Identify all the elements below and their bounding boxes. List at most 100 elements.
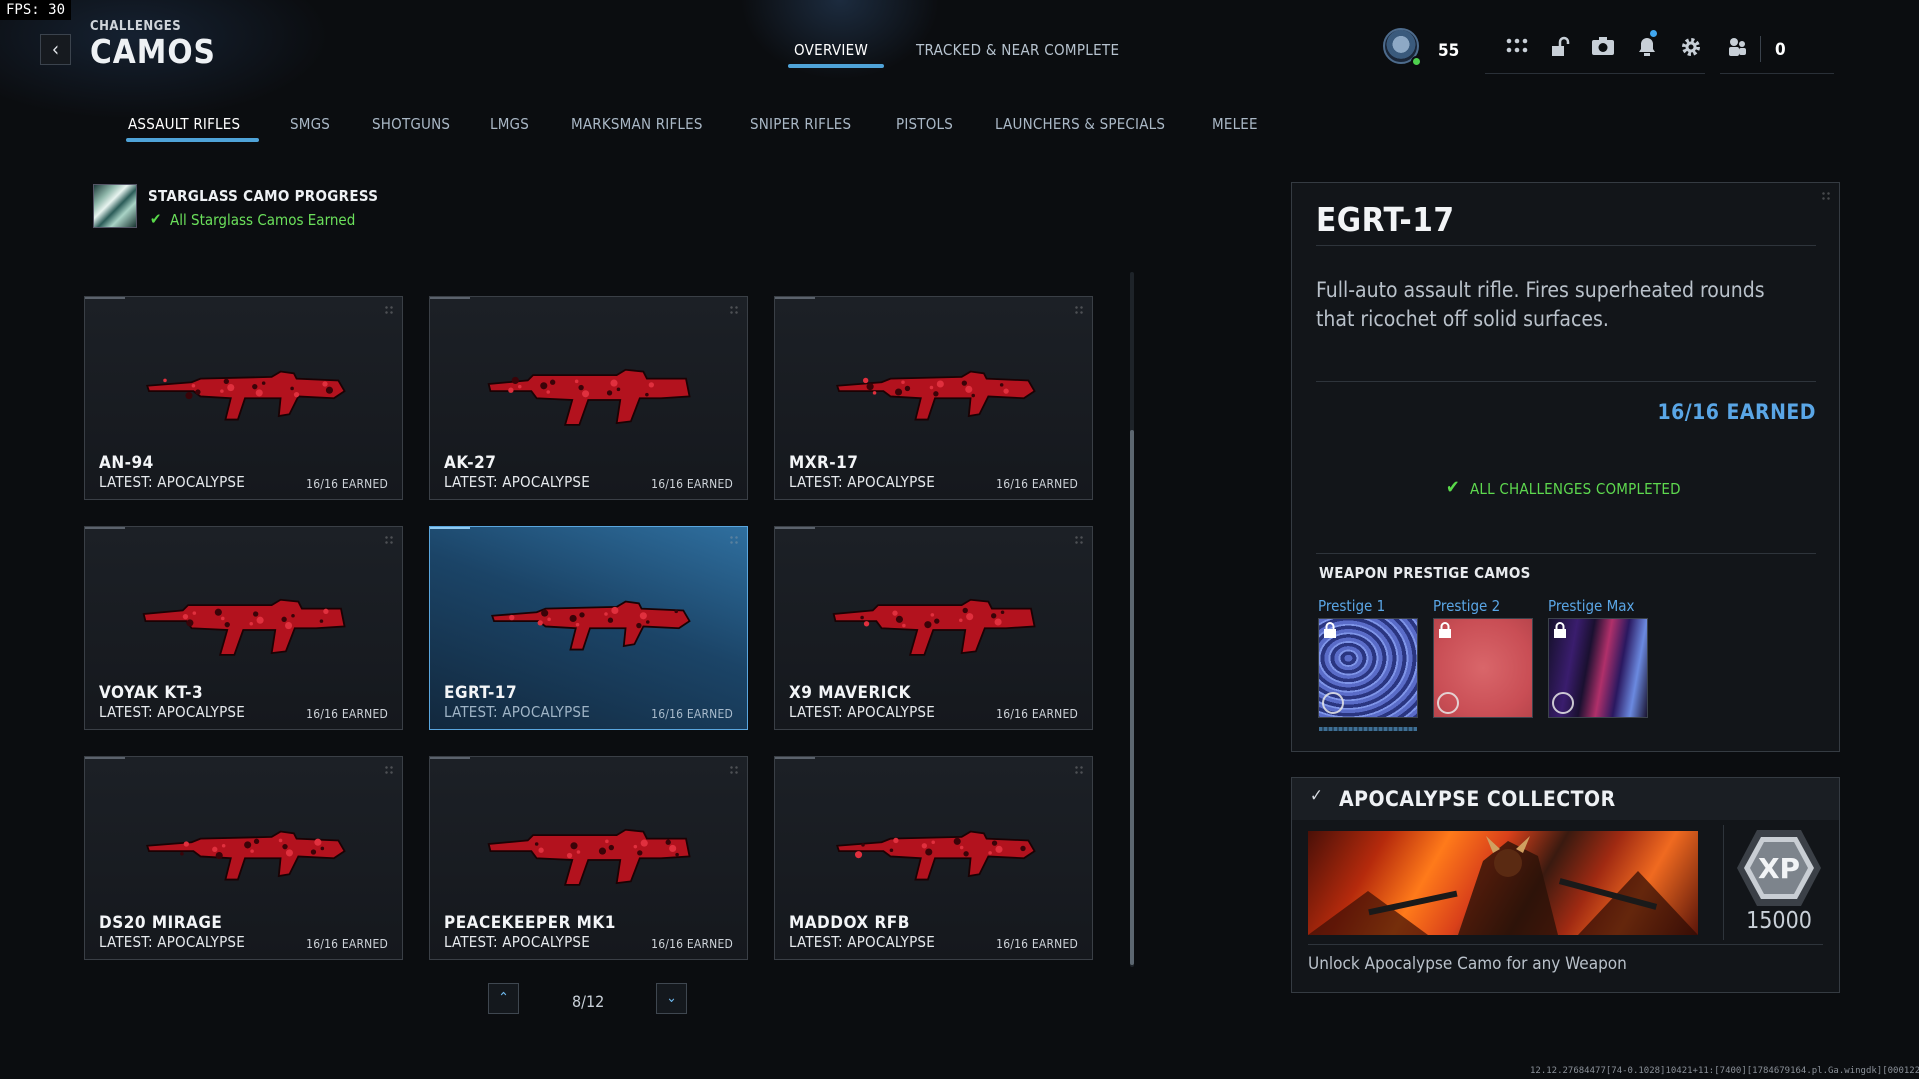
- divider: [1316, 245, 1816, 246]
- weapon-latest-camo: LATEST: APOCALYPSE: [99, 933, 245, 951]
- prestige-progress-bar: [1319, 727, 1417, 731]
- card-top-accent: [85, 527, 125, 529]
- weapon-camo-image: [142, 598, 346, 656]
- weapon-earned-count: 16/16 EARNED: [651, 707, 733, 721]
- weapon-card[interactable]: AN-94 LATEST: APOCALYPSE 16/16 EARNED: [84, 296, 403, 500]
- weapon-latest-camo: LATEST: APOCALYPSE: [99, 473, 245, 491]
- weapon-earned-count: 16/16 EARNED: [306, 707, 388, 721]
- corner-dots-icon: [729, 535, 739, 545]
- page-title: CAMOS: [90, 32, 216, 71]
- weapon-name: EGRT-17: [444, 683, 518, 703]
- tab-tracked-near-complete[interactable]: TRACKED & NEAR COMPLETE: [916, 41, 1119, 59]
- corner-dots-icon: [384, 305, 394, 315]
- weapon-card[interactable]: X9 MAVERICK LATEST: APOCALYPSE 16/16 EARNE…: [774, 526, 1093, 730]
- camera-icon[interactable]: [1590, 36, 1616, 60]
- page-indicator: 8/12: [572, 992, 605, 1011]
- bell-icon[interactable]: [1634, 36, 1660, 60]
- weapon-name: PEACEKEEPER MK1: [444, 913, 616, 933]
- party-icon[interactable]: [1724, 36, 1750, 60]
- weapon-camo-image: [487, 828, 691, 886]
- category-launchers-specials[interactable]: LAUNCHERS & SPECIALS: [995, 115, 1165, 133]
- weapon-card[interactable]: PEACEKEEPER MK1 LATEST: APOCALYPSE 16/16 E…: [429, 756, 748, 960]
- weapon-camo-image: [836, 370, 1036, 421]
- weapon-name: VOYAK KT-3: [99, 683, 204, 703]
- category-pistols[interactable]: PISTOLS: [896, 115, 953, 133]
- weapon-earned-count: 16/16 EARNED: [651, 477, 733, 491]
- corner-dots-icon: [384, 765, 394, 775]
- active-tab-indicator: [788, 64, 884, 68]
- category-assault-rifles[interactable]: ASSAULT RIFLES: [128, 115, 240, 133]
- lock-icon: [1324, 622, 1336, 638]
- starglass-title: STARGLASS CAMO PROGRESS: [148, 187, 379, 205]
- checkmark-icon: ✓: [1310, 786, 1323, 806]
- challenges-completed-status: ALL CHALLENGES COMPLETED: [1470, 480, 1681, 498]
- back-button[interactable]: ‹: [40, 34, 71, 65]
- corner-dots-icon: [1821, 191, 1831, 201]
- category-melee[interactable]: MELEE: [1212, 115, 1258, 133]
- collector-description: Unlock Apocalypse Camo for any Weapon: [1308, 954, 1627, 974]
- checkmark-icon: ✔: [150, 210, 162, 228]
- prestige-1-camo[interactable]: [1318, 618, 1418, 718]
- divider: [1316, 553, 1816, 554]
- tab-overview[interactable]: OVERVIEW: [794, 41, 868, 59]
- weapon-name: MXR-17: [789, 453, 859, 473]
- gear-icon[interactable]: [1678, 36, 1704, 60]
- prestige-max-camo[interactable]: [1548, 618, 1648, 718]
- chevron-up-icon: ⌃: [498, 990, 509, 1006]
- corner-dots-icon: [384, 535, 394, 545]
- category-lmgs[interactable]: LMGS: [490, 115, 529, 133]
- category-smgs[interactable]: SMGS: [290, 115, 330, 133]
- corner-dots-icon: [1074, 305, 1084, 315]
- card-top-accent: [85, 297, 125, 299]
- corner-dots-icon: [1074, 535, 1084, 545]
- page-down-button[interactable]: ⌄: [656, 983, 687, 1014]
- weapon-card[interactable]: AK-27 LATEST: APOCALYPSE 16/16 EARNED: [429, 296, 748, 500]
- category-sniper-rifles[interactable]: SNIPER RIFLES: [750, 115, 851, 133]
- corner-dots-icon: [729, 765, 739, 775]
- weapon-latest-camo: LATEST: APOCALYPSE: [789, 473, 935, 491]
- starglass-status: All Starglass Camos Earned: [170, 211, 356, 229]
- category-shotguns[interactable]: SHOTGUNS: [372, 115, 450, 133]
- card-top-accent: [85, 757, 125, 759]
- prestige-1-label: Prestige 1: [1318, 597, 1386, 615]
- chevron-left-icon: ‹: [51, 37, 60, 61]
- prestige-heading: WEAPON PRESTIGE CAMOS: [1319, 564, 1531, 582]
- weapon-name: AN-94: [99, 453, 154, 473]
- weapon-latest-camo: LATEST: APOCALYPSE: [99, 703, 245, 721]
- weapon-earned-count: 16/16 EARNED: [996, 937, 1078, 951]
- category-marksman-rifles[interactable]: MARKSMAN RIFLES: [571, 115, 703, 133]
- divider: [1308, 944, 1823, 945]
- prestige-badge-icon: [1437, 692, 1459, 714]
- weapon-camo-image: [487, 368, 691, 426]
- unlock-icon[interactable]: [1547, 36, 1573, 60]
- card-top-accent: [430, 757, 470, 759]
- apps-grid-icon[interactable]: [1504, 36, 1530, 60]
- weapon-card[interactable]: MXR-17 LATEST: APOCALYPSE 16/16 EARNED: [774, 296, 1093, 500]
- build-info: 12.12.27684477[74-0.1028]10421+11:[7400]…: [1530, 1066, 1919, 1076]
- detail-earned-count: 16/16 EARNED: [1657, 400, 1816, 424]
- player-level: 55: [1438, 41, 1460, 61]
- weapon-camo-image: [832, 598, 1036, 656]
- svg-text:XP: XP: [1758, 852, 1800, 885]
- weapon-card[interactable]: MADDOX RFB LATEST: APOCALYPSE 16/16 EARNED: [774, 756, 1093, 960]
- weapon-card[interactable]: EGRT-17 LATEST: APOCALYPSE 16/16 EARNED: [429, 526, 748, 730]
- prestige-badge-icon: [1552, 692, 1574, 714]
- weapon-latest-camo: LATEST: APOCALYPSE: [444, 933, 590, 951]
- weapon-latest-camo: LATEST: APOCALYPSE: [444, 703, 590, 721]
- starglass-camo-icon: [93, 184, 137, 228]
- card-top-accent: [430, 527, 470, 529]
- prestige-max-label: Prestige Max: [1548, 597, 1635, 615]
- weapon-card[interactable]: DS20 MIRAGE LATEST: APOCALYPSE 16/16 EARNE…: [84, 756, 403, 960]
- weapon-earned-count: 16/16 EARNED: [996, 707, 1078, 721]
- detail-description: Full-auto assault rifle. Fires superheat…: [1316, 278, 1765, 331]
- checkmark-icon: ✔: [1446, 477, 1460, 498]
- weapon-name: DS20 MIRAGE: [99, 913, 223, 933]
- weapon-camo-image: [491, 600, 691, 651]
- weapon-name: MADDOX RFB: [789, 913, 910, 933]
- xp-value: 15000: [1746, 908, 1812, 934]
- weapon-card[interactable]: VOYAK KT-3 LATEST: APOCALYPSE 16/16 EARNED: [84, 526, 403, 730]
- scrollbar-thumb[interactable]: [1130, 430, 1134, 965]
- active-category-indicator: [126, 138, 259, 142]
- prestige-2-camo[interactable]: [1433, 618, 1533, 718]
- page-up-button[interactable]: ⌃: [488, 983, 519, 1014]
